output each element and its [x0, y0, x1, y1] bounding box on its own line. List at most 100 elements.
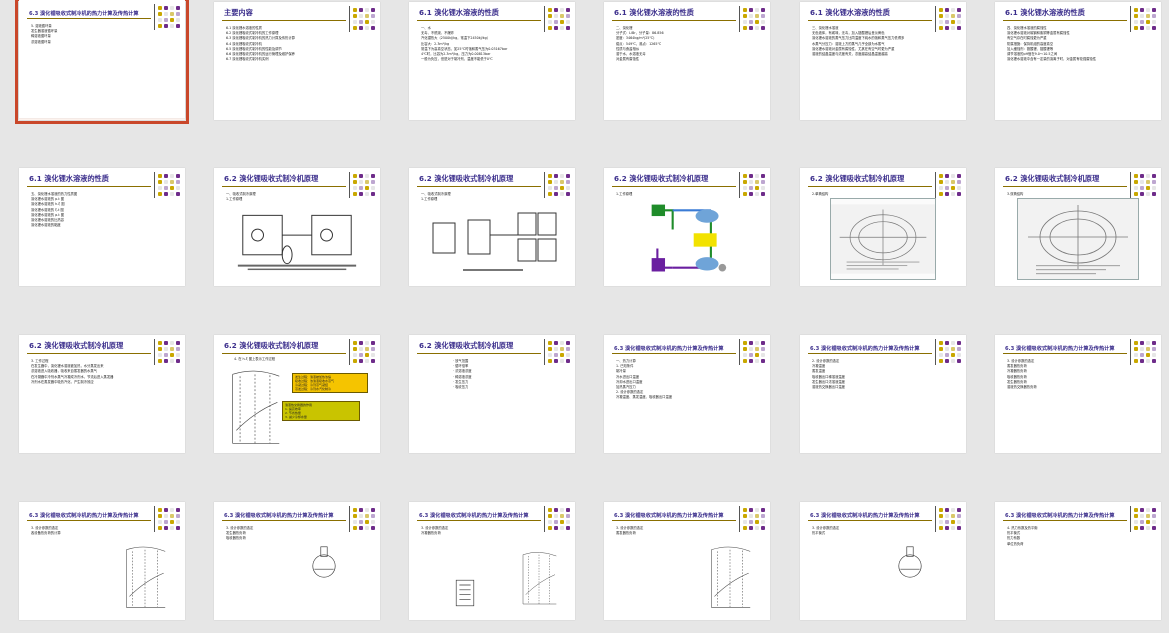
title-underline	[27, 520, 151, 521]
slide-decoration	[544, 172, 571, 198]
slide-thumbnail-24[interactable]: 6.3 溴化锂吸收式制冷机的热力计算及传热计算 4. 热力系数及热平衡 热平衡式 热力…	[995, 502, 1161, 620]
title-underline	[27, 353, 151, 354]
slide-thumbnail-17[interactable]: 6.3 溴化锂吸收式制冷机的热力计算及传热计算 2. 设计参数的选定 冷凝温度 蒸发温…	[800, 335, 966, 453]
slide-thumbnail-5[interactable]: 6.1 溴化锂水溶液的性质 三、溴化锂水溶液 无色液体，有咸味，无毒，加入铬酸锂后呈…	[800, 2, 966, 120]
slide-bullet: 冷剂水在蒸发器中吸热汽化，产生制冷效应	[31, 379, 94, 384]
slide-bullet: · 吸收压力	[453, 385, 469, 390]
slide-thumbnail-8[interactable]: 6.2 溴化锂吸收式制冷机原理 一、吸收式制冷原理 1.工作原理	[214, 168, 380, 286]
title-underline	[222, 20, 346, 21]
process-legend-box: 发生过程：溶液被加热浓缩 吸收过程：浓溶液吸收水蒸气 冷凝过程：冷剂蒸气凝结 蒸发过程…	[292, 373, 368, 393]
slide-bullet: 单位热负荷	[1007, 541, 1024, 546]
slide-bullet: 溶液热交换器热负荷	[1007, 385, 1037, 390]
slide-decoration	[544, 339, 571, 365]
slide-bullet: 对金属有腐蚀性	[616, 57, 640, 62]
vessel-figure	[890, 542, 930, 582]
slide-decoration	[739, 172, 766, 198]
slide-thumbnail-14[interactable]: 6.2 溴化锂吸收式制冷机原理 4. 在 h-ξ 图上表示工作过程 发生过程：溶液…	[214, 335, 380, 453]
h-xi-chart	[224, 365, 286, 449]
slide-thumbnail-10[interactable]: 6.2 溴化锂吸收式制冷机原理 1.工作原理	[604, 168, 770, 286]
slide-sorter-grid: 制冷原理与设备 第六章 溴化锂吸收式制冷 主讲教师：张 颖 副教授 中原工学院能…	[0, 0, 1169, 633]
slide-thumbnail-25[interactable]: 6.3 溴化锂吸收式制冷机的热力计算及传热计算 5. 溶液循环量 发生器溶液循环量稀…	[19, 0, 185, 118]
title-underline	[1003, 520, 1127, 521]
title-underline	[417, 520, 541, 521]
slide-thumbnail-21[interactable]: 6.3 溴化锂吸收式制冷机的热力计算及传热计算 3. 设计参数的选定 冷凝器热负荷	[409, 502, 575, 620]
slide-thumbnail-19[interactable]: 6.3 溴化锂吸收式制冷机的热力计算及传热计算 3. 设计参数的选定 各设备热负荷的…	[19, 502, 185, 620]
slide-bullet: 一般为负压，但是对于制冷剂，温度不能低于0℃	[421, 57, 493, 62]
slide-thumbnail-9[interactable]: 6.2 溴化锂吸收式制冷机原理 一、吸收式制冷原理 1.工作原理	[409, 168, 575, 286]
slide-thumbnail-12[interactable]: 6.2 溴化锂吸收式制冷机原理 3.双筒结构	[995, 168, 1161, 286]
units-diagram	[423, 204, 563, 276]
slide-thumbnail-11[interactable]: 6.2 溴化锂吸收式制冷机原理 2.单筒结构	[800, 168, 966, 286]
slide-decoration	[154, 339, 181, 365]
slide-title: 6.3 溴化锂吸收式制冷机的热力计算及传热计算	[29, 11, 139, 17]
slide-title: 6.3 溴化锂吸收式制冷机的热力计算及传热计算	[614, 346, 724, 352]
slide-title: 6.3 溴化锂吸收式制冷机的热力计算及传热计算	[810, 346, 920, 352]
title-underline	[417, 20, 541, 21]
slide-bullet: 冷凝温度、蒸发温度、吸收器出口温度	[616, 395, 673, 400]
slide-thumbnail-23[interactable]: 6.3 溴化锂吸收式制冷机的热力计算及传热计算 3. 设计参数的选定 热平衡式	[800, 502, 966, 620]
slide-title: 6.3 溴化锂吸收式制冷机的热力计算及传热计算	[1005, 346, 1115, 352]
slide-thumbnail-13[interactable]: 6.2 溴化锂吸收式制冷机原理 3. 工作过程 在发生器中，溴化锂水溶液被加热，水分…	[19, 335, 185, 453]
slide-decoration	[739, 506, 766, 532]
slide-thumbnail-7[interactable]: 6.1 溴化锂水溶液的性质 五、溴化锂水溶液的热力性质图 溴化锂水溶液的 p-t 图…	[19, 168, 185, 286]
slide-decoration	[1130, 339, 1157, 365]
slide-title: 6.3 溴化锂吸收式制冷机的热力计算及传热计算	[224, 513, 334, 519]
slide-decoration	[349, 506, 376, 532]
h-xi-chart	[700, 542, 760, 612]
title-underline	[808, 186, 932, 187]
h-xi-chart	[115, 542, 175, 612]
slide-title: 6.2 溴化锂吸收式制冷机原理	[419, 174, 514, 183]
slide-decoration	[1130, 506, 1157, 532]
slide-title: 6.1 溴化锂水溶液的性质	[419, 8, 499, 17]
slide-thumbnail-18[interactable]: 6.3 溴化锂吸收式制冷机的热力计算及传热计算 3. 设计参数的选定 蒸发器热负荷冷…	[995, 335, 1161, 453]
slide-decoration	[935, 339, 962, 365]
slide-thumbnail-6[interactable]: 6.1 溴化锂水溶液的性质 四、溴化锂水溶液的腐蚀性 溴化锂水溶液对碳钢和紫铜等金属…	[995, 2, 1161, 120]
machine-photo	[830, 198, 936, 280]
title-underline	[808, 520, 932, 521]
slide-title: 6.2 溴化锂吸收式制冷机原理	[419, 341, 514, 350]
title-underline	[1003, 20, 1127, 21]
title-underline	[1003, 186, 1127, 187]
slide-decoration	[349, 339, 376, 365]
title-underline	[27, 186, 151, 187]
slide-thumbnail-2[interactable]: 主要内容 6.1 溴化锂水溶液的性质 6.2 溴化锂吸收式制冷机的工作原理 6.3 溴…	[214, 2, 380, 120]
slide-decoration	[154, 4, 181, 30]
slide-decoration	[349, 172, 376, 198]
slide-thumbnail-4[interactable]: 6.1 溴化锂水溶液的性质 二、溴化锂 分子式：LiBr，分子量：86.856 密度：…	[604, 2, 770, 120]
slide-bullet: 6.7 溴化锂吸收式制冷机实例	[226, 57, 269, 62]
title-underline	[612, 186, 736, 187]
slide-title: 6.2 溴化锂吸收式制冷机原理	[224, 341, 319, 350]
slide-title: 6.1 溴化锂水溶液的性质	[29, 174, 109, 183]
slide-thumbnail-15[interactable]: 6.2 溴化锂吸收式制冷机原理 · 放气范围 · 循环倍率 · 浓溶液浓度 · 稀溶液浓…	[409, 335, 575, 453]
slide-thumbnail-16[interactable]: 6.3 溴化锂吸收式制冷机的热力计算及传热计算一、热力计算 1. 已知条件 制冷量冷…	[604, 335, 770, 453]
slide-bullet: 浓溶液循环量	[31, 39, 51, 44]
coil-figure	[453, 576, 477, 610]
title-underline	[1003, 353, 1127, 354]
slide-title: 6.3 溴化锂吸收式制冷机的热力计算及传热计算	[614, 513, 724, 519]
slide-decoration	[739, 339, 766, 365]
circuit-diagram	[228, 204, 366, 276]
title-underline	[222, 353, 346, 354]
slide-title: 6.2 溴化锂吸收式制冷机原理	[810, 174, 905, 183]
slide-title: 6.1 溴化锂水溶液的性质	[810, 8, 890, 17]
title-underline	[27, 18, 151, 19]
slide-bullet: 溴化锂水溶液的黏度	[31, 223, 61, 228]
slide-decoration	[935, 506, 962, 532]
title-underline	[417, 186, 541, 187]
slide-bullet: 溴化锂水溶液中含有一定量的溴离子时，对金属有较强腐蚀性	[1007, 57, 1097, 62]
legend-line: 3. 减少冷却水量	[285, 415, 307, 419]
slide-title: 6.2 溴化锂吸收式制冷机原理	[1005, 174, 1100, 183]
title-underline	[808, 353, 932, 354]
slide-thumbnail-20[interactable]: 6.3 溴化锂吸收式制冷机的热力计算及传热计算 3. 设计参数的选定 发生器热负荷吸…	[214, 502, 380, 620]
slide-thumbnail-3[interactable]: 6.1 溴化锂水溶液的性质 一、水 无毒、不燃烧、不爆炸 汽化潜热大（2500kJ/k…	[409, 2, 575, 120]
slide-thumbnail-22[interactable]: 6.3 溴化锂吸收式制冷机的热力计算及传热计算 3. 设计参数的选定 蒸发器热负荷	[604, 502, 770, 620]
machine-photo	[1017, 198, 1139, 280]
slide-decoration	[1130, 6, 1157, 32]
slide-title: 6.2 溴化锂吸收式制冷机原理	[29, 341, 124, 350]
title-underline	[222, 520, 346, 521]
slide-body: 一、热力计算 1. 已知条件 制冷量 冷水进出口温度 冷却水进出口温度 加热蒸汽压力 2. …	[616, 359, 760, 401]
slide-decoration	[154, 172, 181, 198]
slide-decoration	[349, 6, 376, 32]
title-underline	[222, 186, 346, 187]
slide-title: 6.1 溴化锂水溶液的性质	[614, 8, 694, 17]
